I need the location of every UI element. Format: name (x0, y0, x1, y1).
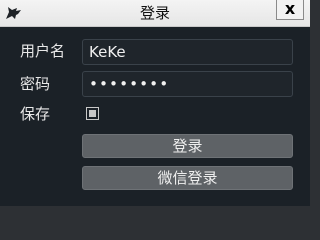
checkbox-checked-icon (89, 110, 96, 117)
window-title: 登录 (139, 4, 170, 22)
save-label: 保存 (20, 105, 51, 123)
title-bar: 登录 x (0, 0, 310, 27)
password-label: 密码 (20, 75, 51, 93)
login-button[interactable]: 登录 (82, 134, 293, 158)
save-checkbox[interactable] (86, 107, 99, 120)
close-button[interactable]: x (276, 0, 304, 20)
username-label: 用户名 (20, 42, 66, 60)
login-dialog: 登录 x 用户名 密码 保存 登录 微信登录 (0, 0, 310, 206)
username-input[interactable] (82, 39, 293, 65)
wechat-login-button[interactable]: 微信登录 (82, 166, 293, 190)
password-input[interactable] (82, 71, 293, 97)
